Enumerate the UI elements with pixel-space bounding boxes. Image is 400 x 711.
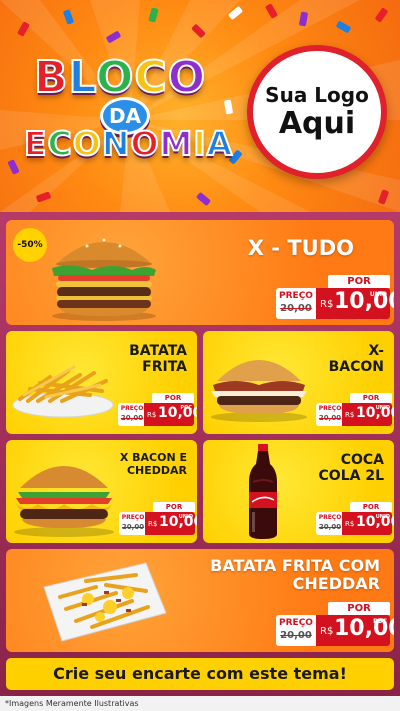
- product-name-line1: X BACON E: [119, 451, 187, 464]
- price-preco-label: PREÇO: [121, 514, 145, 521]
- price-por-label: POR: [350, 502, 392, 512]
- price-new-box: R$ 10,00 UNID: [145, 512, 197, 535]
- price-preco-label: PREÇO: [279, 291, 313, 301]
- logo-letter: B: [33, 51, 69, 104]
- logo-line-economia: ECONOMIA: [23, 123, 234, 164]
- cheddar-fries-icon: [43, 562, 167, 642]
- price-old-box: PREÇO 20,00: [276, 615, 316, 646]
- price-tag: POR PREÇO 20,00 R$ 10,00 POÇ: [118, 393, 197, 426]
- price-old-value: 20,00: [318, 523, 342, 531]
- product-name: COCA COLA 2L: [319, 452, 384, 484]
- price-tag: POR PREÇO 20,00 R$ 10,00 POÇ: [276, 602, 394, 646]
- product-name-line2: BACON: [328, 359, 384, 376]
- product-name: BATATA FRITA: [129, 343, 187, 375]
- price-tag: POR PREÇO 20,00 R$ 10,00 UNID: [276, 275, 394, 319]
- price-new-box: R$ 10,00 UNID: [342, 403, 394, 426]
- cta-banner[interactable]: Crie seu encarte com este tema!: [6, 658, 394, 690]
- product-card-x-tudo[interactable]: -50% X - TUDO POR PREÇO 20,00 R$ 10,00 U…: [6, 220, 394, 325]
- price-preco-label: PREÇO: [318, 514, 342, 521]
- price-old-value: 20,00: [280, 630, 312, 641]
- footer-disclaimer: *Imagens Meramente Ilustrativas: [0, 696, 400, 711]
- brand-placeholder-line2: Aqui: [278, 106, 356, 141]
- product-name: X - TUDO: [247, 236, 354, 260]
- logo-letter: N: [101, 123, 131, 164]
- price-unit: UNID: [375, 405, 390, 411]
- product-name-line1: BATATA: [129, 343, 187, 359]
- price-old-value: 20,00: [120, 414, 144, 422]
- brand-logo-placeholder[interactable]: Sua Logo Aqui: [247, 45, 387, 179]
- price-new-box: R$ 10,00 UNID: [342, 512, 394, 535]
- product-card-coca-cola[interactable]: COCA COLA 2L POR PREÇO 20,00 R$ 10,00 UN…: [203, 440, 394, 543]
- product-name-line2: COLA 2L: [318, 468, 384, 485]
- logo-letter: C: [133, 51, 168, 104]
- price-old-box: PREÇO 20,00: [316, 512, 344, 535]
- price-unit: POÇ: [180, 405, 192, 411]
- price-currency: R$: [345, 520, 355, 528]
- header-banner: BLOCO DA ECONOMIA Sua Logo Aqui: [0, 0, 400, 212]
- price-new-box: R$ 10,00 UNID: [316, 288, 394, 319]
- cheddar-burger-icon: [14, 466, 114, 537]
- logo-letter: I: [192, 123, 207, 164]
- price-old-box: PREÇO 20,00: [276, 288, 316, 319]
- fries-icon: [12, 365, 114, 418]
- logo-line-bloco: BLOCO: [33, 51, 207, 104]
- product-card-x-bacon-cheddar[interactable]: X BACON E CHEDDAR POR PREÇO 20,00 R$ 10,…: [6, 440, 197, 543]
- logo-letter: O: [129, 123, 160, 164]
- price-currency: R$: [320, 299, 334, 310]
- product-name-line1: BATATA FRITA COM: [210, 556, 380, 575]
- price-currency: R$: [147, 411, 157, 419]
- price-tag: POR PREÇO 20,00 R$ 10,00 UNID: [119, 502, 197, 535]
- product-name-line2: FRITA: [142, 359, 187, 376]
- logo-letter: L: [68, 51, 97, 104]
- price-new-box: R$ 10,00 POÇ: [316, 615, 394, 646]
- product-name-line2: CHEDDAR: [292, 574, 380, 594]
- price-tag: POR PREÇO 20,00 R$ 10,00 UNID: [316, 393, 394, 426]
- price-unit: UNID: [369, 291, 387, 298]
- product-card-batata-cheddar[interactable]: BATATA FRITA COM CHEDDAR POR PREÇO 20,00…: [6, 549, 394, 652]
- price-unit: UNID: [178, 514, 193, 520]
- price-old-value: 20,00: [280, 303, 312, 314]
- price-new-box: R$ 10,00 POÇ: [144, 403, 197, 426]
- logo-letter: E: [23, 123, 48, 164]
- burger-icon: [52, 238, 156, 321]
- product-name-line2: CHEDDAR: [126, 463, 187, 477]
- price-por-label: POR: [328, 275, 390, 288]
- product-card-batata-frita[interactable]: BATATA FRITA POR PREÇO 20,00 R$ 10,00 PO…: [6, 331, 197, 434]
- product-name-line1: X-: [368, 343, 384, 359]
- soda-bottle-icon: [249, 444, 277, 539]
- price-preco-label: PREÇO: [279, 618, 313, 628]
- price-currency: R$: [320, 626, 334, 637]
- price-por-label: POR: [350, 393, 392, 403]
- logo-letter: M: [159, 123, 194, 164]
- price-preco-label: PREÇO: [318, 405, 342, 412]
- price-tag: POR PREÇO 20,00 R$ 10,00 UNID: [316, 502, 394, 535]
- logo-letter: C: [47, 123, 73, 164]
- price-preco-label: PREÇO: [120, 405, 144, 412]
- price-old-box: PREÇO 20,00: [119, 512, 147, 535]
- product-name: X BACON E CHEDDAR: [119, 451, 187, 477]
- price-por-label: POR: [152, 393, 194, 403]
- price-old-value: 20,00: [318, 414, 342, 422]
- price-old-value: 20,00: [121, 523, 145, 531]
- product-name: BATATA FRITA COM CHEDDAR: [210, 556, 380, 594]
- price-currency: R$: [345, 411, 355, 419]
- logo-letter: O: [167, 51, 207, 104]
- price-currency: R$: [148, 520, 158, 528]
- price-por-label: POR: [328, 602, 390, 615]
- bacon-burger-icon: [211, 360, 307, 422]
- product-name-line1: COCA: [340, 452, 384, 468]
- logo-letter: O: [95, 51, 135, 104]
- price-unit: UNID: [375, 514, 390, 520]
- price-old-box: PREÇO 20,00: [118, 403, 146, 426]
- price-por-label: POR: [153, 502, 195, 512]
- product-card-x-bacon[interactable]: X- BACON POR PREÇO 20,00 R$ 10,00 UNID: [203, 331, 394, 434]
- logo-letter: A: [206, 123, 234, 164]
- price-old-box: PREÇO 20,00: [316, 403, 344, 426]
- brand-placeholder-line1: Sua Logo: [265, 83, 369, 107]
- product-name: X- BACON: [329, 343, 384, 375]
- logo-letter: O: [72, 123, 102, 164]
- price-unit: POÇ: [373, 618, 387, 625]
